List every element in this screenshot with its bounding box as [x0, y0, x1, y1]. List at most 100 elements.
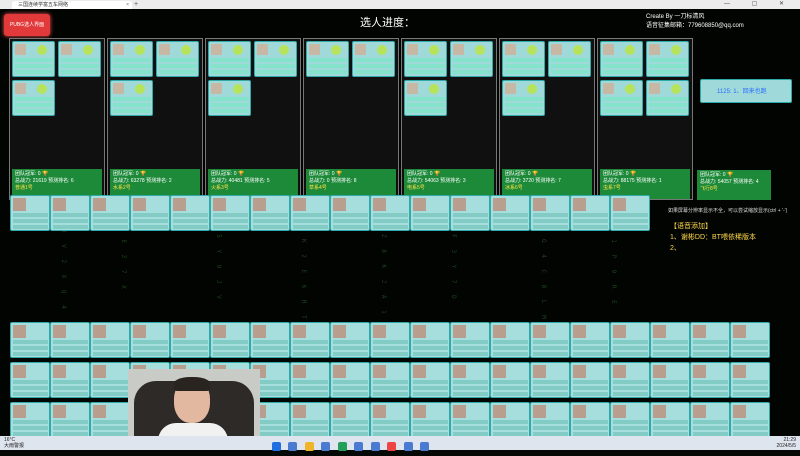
player-card[interactable]: [50, 322, 90, 358]
player-card[interactable]: [130, 195, 170, 231]
player-card[interactable]: [90, 322, 130, 358]
pubg-select-button[interactable]: PUBG选人界面: [4, 14, 50, 36]
player-card[interactable]: [370, 362, 410, 398]
speaker-icon[interactable]: [37, 84, 47, 94]
team-member-card[interactable]: [502, 80, 545, 116]
speaker-icon[interactable]: [429, 84, 439, 94]
team-member-card[interactable]: [646, 41, 689, 77]
player-card[interactable]: [450, 402, 490, 436]
team-member-card[interactable]: [404, 80, 447, 116]
player-card[interactable]: [490, 402, 530, 436]
player-card[interactable]: [290, 195, 330, 231]
player-card[interactable]: [50, 195, 90, 231]
player-card[interactable]: [610, 195, 650, 231]
player-card[interactable]: [450, 322, 490, 358]
team-member-card[interactable]: [208, 41, 251, 77]
player-card[interactable]: [50, 362, 90, 398]
speaker-icon[interactable]: [83, 45, 93, 55]
player-card[interactable]: [250, 322, 290, 358]
player-card[interactable]: [610, 362, 650, 398]
speaker-icon[interactable]: [625, 84, 635, 94]
new-tab-button[interactable]: +: [134, 0, 138, 9]
player-card[interactable]: [210, 322, 250, 358]
speaker-icon[interactable]: [279, 45, 289, 55]
player-card[interactable]: [490, 322, 530, 358]
team-member-card[interactable]: [404, 41, 447, 77]
player-card[interactable]: [690, 402, 730, 436]
player-card[interactable]: [650, 362, 690, 398]
player-card[interactable]: [210, 195, 250, 231]
player-card[interactable]: [730, 322, 770, 358]
player-card[interactable]: [730, 362, 770, 398]
player-card[interactable]: [410, 322, 450, 358]
team-member-card[interactable]: [306, 41, 349, 77]
team-member-card[interactable]: [646, 80, 689, 116]
team-member-card[interactable]: [502, 41, 545, 77]
player-card[interactable]: [330, 362, 370, 398]
speaker-icon[interactable]: [37, 45, 47, 55]
player-card[interactable]: [170, 322, 210, 358]
speaker-icon[interactable]: [573, 45, 583, 55]
player-card[interactable]: [570, 195, 610, 231]
player-card[interactable]: [450, 195, 490, 231]
player-card[interactable]: [90, 362, 130, 398]
player-card[interactable]: [130, 322, 170, 358]
team-member-card[interactable]: [600, 80, 643, 116]
speaker-icon[interactable]: [527, 84, 537, 94]
player-card[interactable]: [10, 402, 50, 436]
player-card[interactable]: [610, 402, 650, 436]
player-card[interactable]: [530, 402, 570, 436]
player-card[interactable]: [730, 402, 770, 436]
player-card[interactable]: [10, 195, 50, 231]
close-tab-icon[interactable]: ×: [126, 1, 129, 9]
player-card[interactable]: [450, 362, 490, 398]
team-member-card[interactable]: [12, 41, 55, 77]
player-card[interactable]: [610, 322, 650, 358]
weather-widget[interactable]: 16°C 大雨警报: [4, 437, 24, 449]
speaker-icon[interactable]: [429, 45, 439, 55]
speaker-icon[interactable]: [527, 45, 537, 55]
team-member-card[interactable]: [110, 41, 153, 77]
player-card[interactable]: [330, 195, 370, 231]
player-card[interactable]: [90, 402, 130, 436]
system-clock[interactable]: 21:29 2024/5/5: [777, 437, 796, 449]
browser-tab[interactable]: 三国连续学富五车网络 ×: [12, 1, 132, 9]
player-card[interactable]: [370, 402, 410, 436]
player-card[interactable]: [530, 362, 570, 398]
speaker-icon[interactable]: [625, 45, 635, 55]
player-card[interactable]: [410, 195, 450, 231]
player-card[interactable]: [330, 322, 370, 358]
player-card[interactable]: [530, 322, 570, 358]
player-card[interactable]: [90, 195, 130, 231]
team-member-card[interactable]: [600, 41, 643, 77]
window-controls[interactable]: — ▢ ✕: [724, 0, 794, 9]
player-card[interactable]: [290, 362, 330, 398]
player-card[interactable]: [570, 362, 610, 398]
player-card[interactable]: [370, 195, 410, 231]
player-card[interactable]: [490, 362, 530, 398]
player-card[interactable]: [410, 402, 450, 436]
speaker-icon[interactable]: [233, 84, 243, 94]
player-card[interactable]: [570, 402, 610, 436]
team-member-card[interactable]: [208, 80, 251, 116]
speaker-icon[interactable]: [671, 45, 681, 55]
team-member-card[interactable]: [110, 80, 153, 116]
speaker-icon[interactable]: [135, 45, 145, 55]
team-member-card[interactable]: [254, 41, 297, 77]
player-card[interactable]: [10, 362, 50, 398]
team-member-card[interactable]: [450, 41, 493, 77]
player-card[interactable]: [170, 195, 210, 231]
player-card[interactable]: [290, 322, 330, 358]
player-card[interactable]: [330, 402, 370, 436]
player-card[interactable]: [10, 322, 50, 358]
player-card[interactable]: [690, 322, 730, 358]
player-card[interactable]: [250, 195, 290, 231]
player-card[interactable]: [650, 402, 690, 436]
speaker-icon[interactable]: [135, 84, 145, 94]
speaker-icon[interactable]: [475, 45, 485, 55]
player-card[interactable]: [370, 322, 410, 358]
player-card[interactable]: [290, 402, 330, 436]
player-card[interactable]: [490, 195, 530, 231]
team-member-card[interactable]: [12, 80, 55, 116]
speaker-icon[interactable]: [233, 45, 243, 55]
